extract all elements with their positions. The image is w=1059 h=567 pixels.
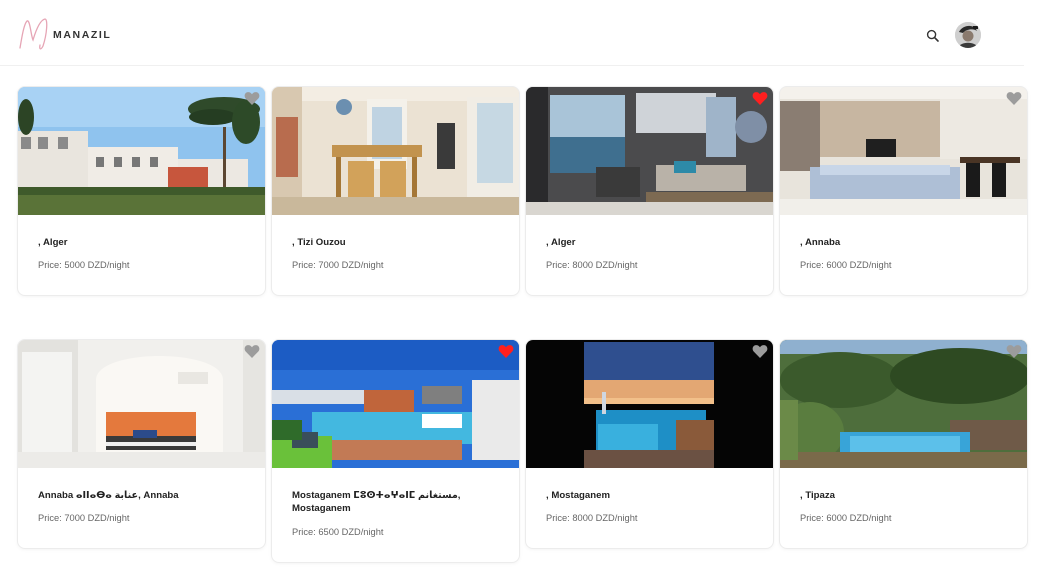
listing-card-1[interactable]: , Alger Price: 5000 DZD/night: [18, 87, 265, 295]
listing-title: Mostaganem ⵎⵓⵙⵜⴰⵖⴰⵏⵎ مستغانم, Mostaganem: [292, 490, 461, 514]
listing-photo-3[interactable]: [526, 87, 773, 215]
brand-name[interactable]: MANAZIL: [53, 29, 111, 41]
listing-price: Price: 8000 DZD/night: [546, 260, 638, 270]
listing-photo-4[interactable]: [780, 87, 1027, 215]
listing-title: , Mostaganem: [546, 490, 610, 501]
listing-title: , Annaba: [800, 237, 841, 248]
listing-price: Price: 7000 DZD/night: [38, 513, 130, 523]
listing-price: Price: 6000 DZD/night: [800, 513, 892, 523]
heart-icon[interactable]: [244, 344, 260, 359]
listing-card-8[interactable]: , Tipaza Price: 6000 DZD/night: [780, 340, 1027, 548]
listing-photo-1[interactable]: [18, 87, 265, 215]
user-avatar[interactable]: [955, 22, 981, 48]
listing-card-3[interactable]: , Alger Price: 8000 DZD/night: [526, 87, 773, 295]
listing-title: , Alger: [38, 237, 68, 248]
heart-icon[interactable]: [752, 91, 768, 106]
listing-price: Price: 7000 DZD/night: [292, 260, 384, 270]
listing-card-4[interactable]: , Annaba Price: 6000 DZD/night: [780, 87, 1027, 295]
listing-card-5[interactable]: Annaba ⴰⵏⵏⴰⴱⴰ عنابة, Annaba Price: 7000 …: [18, 340, 265, 548]
listing-photo-8[interactable]: [780, 340, 1027, 468]
listing-card-7[interactable]: , Mostaganem Price: 8000 DZD/night: [526, 340, 773, 548]
listing-card-2[interactable]: , Tizi Ouzou Price: 7000 DZD/night: [272, 87, 519, 295]
heart-icon[interactable]: [498, 344, 514, 359]
listing-card-6[interactable]: Mostaganem ⵎⵓⵙⵜⴰⵖⴰⵏⵎ مستغانم, Mostaganem…: [272, 340, 519, 562]
heart-icon[interactable]: [244, 91, 260, 106]
search-icon[interactable]: [925, 28, 941, 44]
listing-title: , Alger: [546, 237, 576, 248]
manazil-logo-icon[interactable]: [17, 16, 51, 52]
listing-price: Price: 6000 DZD/night: [800, 260, 892, 270]
listing-title: , Tizi Ouzou: [292, 237, 346, 248]
heart-icon[interactable]: [1006, 91, 1022, 106]
listing-photo-5[interactable]: [18, 340, 265, 468]
heart-icon[interactable]: [1006, 344, 1022, 359]
listing-title: , Tipaza: [800, 490, 836, 501]
listing-title: Annaba ⴰⵏⵏⴰⴱⴰ عنابة, Annaba: [38, 490, 179, 501]
listing-price: Price: 8000 DZD/night: [546, 513, 638, 523]
listing-price: Price: 6500 DZD/night: [292, 527, 384, 537]
listing-photo-6[interactable]: [272, 340, 519, 468]
listing-photo-7[interactable]: [526, 340, 773, 468]
listing-price: Price: 5000 DZD/night: [38, 260, 130, 270]
top-navbar: MANAZIL: [0, 0, 1024, 66]
heart-icon[interactable]: [752, 344, 768, 359]
listing-photo-2[interactable]: [272, 87, 519, 215]
